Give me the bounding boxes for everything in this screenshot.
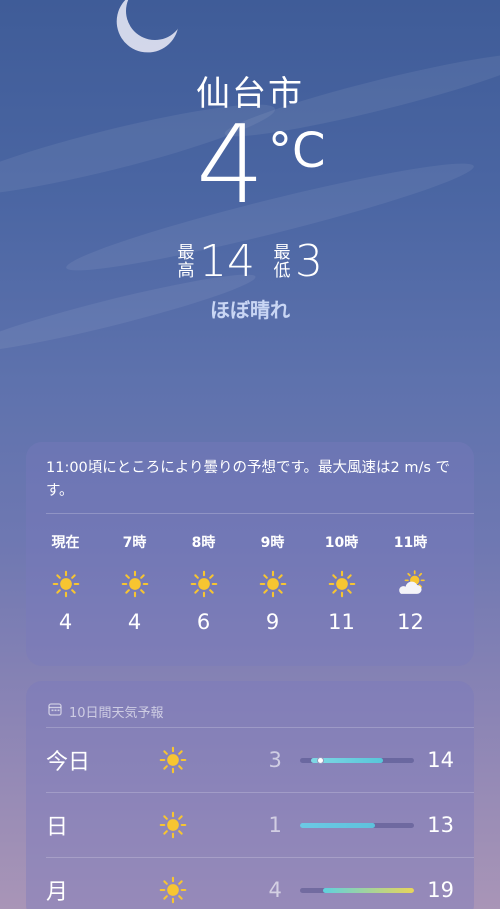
sun-icon: [31, 562, 100, 606]
hourly-forecast-card[interactable]: 11:00頃にところにより曇りの予想です。最大風速は2 m/s です。 現在 4…: [26, 442, 474, 666]
low-temp: 3: [295, 236, 323, 287]
condition-text: ほぼ晴れ: [210, 298, 290, 322]
forecast-day: 今日: [46, 750, 91, 775]
hour-temp: 6: [196, 610, 211, 634]
current-weather: 仙台市 4 °C 最高 14 最低 3 ほぼ晴れ: [0, 70, 500, 323]
hour-item: 9時 9: [238, 532, 307, 634]
hour-item: 8時 6: [169, 532, 238, 634]
sun-icon: [146, 876, 200, 904]
hour-temp: 4: [58, 610, 73, 634]
hour-temp: 4: [127, 610, 142, 634]
hour-time: 9時: [260, 535, 285, 551]
current-temperature: 4: [196, 103, 265, 228]
temperature-range-fill: [322, 887, 415, 893]
temperature-unit: °C: [268, 123, 326, 179]
hour-time: 現在: [51, 535, 80, 551]
hour-temp: 11: [328, 610, 355, 634]
forecast-low: 1: [268, 813, 282, 837]
current-temp-marker: [317, 756, 325, 764]
moon-icon: [121, 0, 188, 45]
forecast-high: 19: [427, 878, 454, 902]
hour-temp: 9: [265, 610, 280, 634]
forecast-list: 今日 3 14 日 1 13 月 4 19: [26, 728, 474, 909]
temperature-range-fill: [299, 822, 376, 828]
sun-icon: [169, 562, 238, 606]
forecast-title: 10日間天気予報: [69, 705, 164, 721]
forecast-row[interactable]: 月 4 19: [26, 858, 474, 909]
low-label: 最低: [273, 243, 291, 281]
hour-temp: 12: [397, 610, 424, 634]
temperature-range-bar: [299, 822, 415, 828]
forecast-high: 13: [427, 813, 454, 837]
hour-time: 7時: [122, 535, 147, 551]
forecast-high: 14: [427, 748, 454, 772]
temperature-range-bar: [299, 887, 415, 893]
forecast-day: 日: [46, 815, 69, 840]
hourly-list[interactable]: 現在 4 7時 4 8時 6 9時 9 10時 11 11時 12: [26, 514, 474, 634]
hour-time: 8時: [191, 535, 216, 551]
ten-day-forecast-card[interactable]: 10日間天気予報 今日 3 14 日 1 13 月 4 19: [26, 681, 474, 909]
hour-item: 7時 4: [100, 532, 169, 634]
sun-icon: [100, 562, 169, 606]
forecast-day: 月: [46, 880, 69, 905]
hour-time: 11時: [393, 535, 428, 551]
forecast-low: 3: [268, 748, 282, 772]
sun-icon: [146, 811, 200, 839]
forecast-row[interactable]: 今日 3 14: [26, 728, 474, 792]
sun-icon: [238, 562, 307, 606]
hour-item: 10時 11: [307, 532, 376, 634]
high-temp: 14: [199, 236, 255, 287]
partly-cloudy-icon: [376, 562, 445, 606]
high-low: 最高 14 最低 3: [0, 234, 500, 290]
calendar-icon: [48, 702, 62, 720]
high-label: 最高: [177, 243, 195, 281]
forecast-header: 10日間天気予報: [26, 681, 474, 727]
forecast-row[interactable]: 日 1 13: [26, 793, 474, 857]
hour-time: 10時: [324, 535, 359, 551]
sun-icon: [146, 746, 200, 774]
hourly-summary: 11:00頃にところにより曇りの予想です。最大風速は2 m/s です。: [46, 460, 451, 499]
forecast-low: 4: [268, 878, 282, 902]
temperature-range-bar: [299, 756, 415, 764]
sun-icon: [307, 562, 376, 606]
hour-item: 現在 4: [31, 532, 100, 634]
hour-item: 11時 12: [376, 532, 445, 634]
